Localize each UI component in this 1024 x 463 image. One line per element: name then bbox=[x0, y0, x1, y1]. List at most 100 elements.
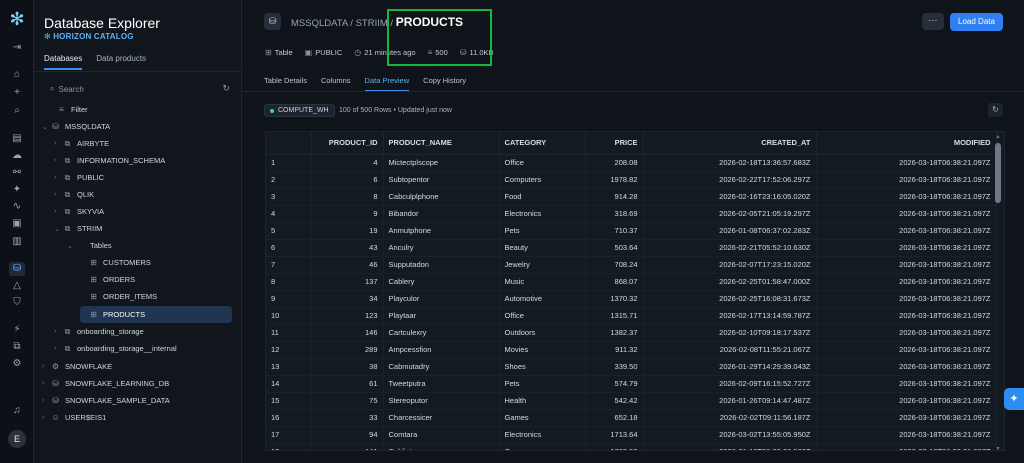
tree-item-snowflake-learning-db[interactable]: › ⛁ SNOWFLAKE_LEARNING_DB bbox=[42, 376, 169, 391]
filter-button[interactable]: ≡ Filter bbox=[48, 102, 88, 117]
column-header[interactable]: CREATED_AT bbox=[643, 132, 817, 155]
tree-item-qlik[interactable]: › ⧉ QLIK bbox=[54, 187, 94, 202]
chevron-right-icon[interactable]: › bbox=[54, 345, 62, 352]
tree-item-snowflake[interactable]: › ⚙ SNOWFLAKE bbox=[42, 359, 112, 374]
table-row[interactable]: 10 123 Playtaar Office 1315.71 2026-02-17T13:… bbox=[266, 307, 997, 325]
worksheet-icon[interactable]: ▤ bbox=[9, 132, 25, 146]
breadcrumb-path[interactable]: MSSQLDATA / STRIIM / bbox=[291, 18, 396, 29]
tree-item-skyvia[interactable]: › ⧉ SKYVIA bbox=[54, 204, 104, 219]
chevron-right-icon[interactable]: › bbox=[54, 208, 62, 215]
copilot-sparkle-button[interactable]: ✦ bbox=[1004, 388, 1024, 410]
tab-data-preview[interactable]: Data Preview bbox=[364, 76, 410, 92]
compute-icon[interactable]: ⚡ bbox=[9, 323, 25, 337]
column-header[interactable]: CATEGORY bbox=[499, 132, 586, 155]
admin-icon[interactable]: ⚙ bbox=[9, 357, 25, 371]
table-row[interactable]: 13 38 Cabmutadry Shoes 339.50 2026-01-29T14:2… bbox=[266, 358, 997, 376]
tree-item-order-items[interactable]: ⊞ ORDER_ITEMS bbox=[80, 289, 157, 304]
chevron-right-icon[interactable]: › bbox=[42, 380, 50, 387]
collapse-sidebar-icon[interactable]: ⇥ bbox=[9, 41, 25, 55]
load-data-button[interactable]: Load Data bbox=[950, 13, 1003, 31]
chevron-right-icon[interactable]: › bbox=[54, 191, 62, 198]
shield-icon[interactable]: ⛉ bbox=[9, 296, 25, 310]
chevron-right-icon[interactable]: › bbox=[42, 397, 50, 404]
tree-item-products[interactable]: ⊞ PRODUCTS bbox=[80, 306, 232, 323]
snowflake-logo-icon[interactable]: ✻ bbox=[8, 10, 26, 28]
scrollbar-thumb[interactable] bbox=[995, 143, 1001, 203]
table-scrollbar[interactable] bbox=[995, 143, 1001, 448]
notifications-icon[interactable]: ♫ bbox=[9, 404, 25, 418]
tree-item-tables[interactable]: ⌄ Tables bbox=[67, 238, 112, 253]
connections-icon[interactable]: ⚯ bbox=[9, 166, 25, 180]
tree-item-information-schema[interactable]: › ⧉ INFORMATION_SCHEMA bbox=[54, 153, 165, 168]
marketplace-icon[interactable]: ▥ bbox=[9, 235, 25, 249]
tree-item-public[interactable]: › ⧉ PUBLIC bbox=[54, 170, 104, 185]
chevron-down-icon[interactable]: ⌄ bbox=[54, 225, 62, 233]
column-header[interactable]: PRODUCT_ID bbox=[311, 132, 384, 155]
table-row[interactable]: 9 34 Playculor Automotive 1370.32 2026-02-25T… bbox=[266, 290, 997, 308]
table-row[interactable]: 12 289 Ampcessfion Movies 911.32 2026-02-08T1… bbox=[266, 341, 997, 359]
ai-icon[interactable]: ✦ bbox=[9, 183, 25, 197]
table-row[interactable]: 7 46 Supputadon Jewelry 708.24 2026-02-07T17:… bbox=[266, 256, 997, 274]
table-row[interactable]: 14 61 Tweetputra Pets 574.79 2026-02-09T16:15… bbox=[266, 375, 997, 393]
table-row[interactable]: 8 137 Cablery Music 868.07 2026-02-25T01:58:4… bbox=[266, 273, 997, 291]
table-cell: 4 bbox=[311, 154, 384, 172]
search-input[interactable]: ⌕ Search ↻ bbox=[50, 83, 230, 95]
table-cell: 61 bbox=[311, 375, 384, 393]
chevron-right-icon[interactable]: › bbox=[42, 363, 50, 370]
chevron-right-icon[interactable]: › bbox=[54, 140, 62, 147]
tree-item-orders[interactable]: ⊞ ORDERS bbox=[80, 272, 135, 287]
table-cell: 2026-02-17T13:14:59.787Z bbox=[643, 307, 817, 325]
tree-item-airbyte[interactable]: › ⧉ AIRBYTE bbox=[54, 136, 109, 151]
tree-item-striim[interactable]: ⌄ ⧉ STRIIM bbox=[54, 221, 102, 236]
data-catalog-icon[interactable]: ⛁ bbox=[9, 262, 25, 276]
user-avatar[interactable]: E bbox=[8, 430, 26, 448]
catalog-icon: ✻ bbox=[44, 32, 51, 41]
warehouse-selector[interactable]: COMPUTE_WH bbox=[264, 104, 335, 117]
tree-item-onboarding-storage-internal[interactable]: › ⧉ onboarding_storage__internal bbox=[54, 341, 177, 356]
column-header[interactable]: PRICE bbox=[585, 132, 644, 155]
table-row[interactable]: 6 43 Anculry Beauty 503.64 2026-02-21T05:52:1… bbox=[266, 239, 997, 257]
table-row[interactable]: 15 75 Stereoputor Health 542.42 2026-01-26T09… bbox=[266, 392, 997, 410]
monitoring-icon[interactable]: ⧉ bbox=[9, 340, 25, 354]
tab-databases[interactable]: Databases bbox=[44, 54, 83, 70]
chevron-down-icon[interactable]: ⌄ bbox=[67, 242, 75, 250]
activity-icon[interactable]: ∿ bbox=[9, 200, 25, 214]
more-options-button[interactable]: ··· bbox=[922, 13, 944, 30]
table-row[interactable]: 18141CablicterGames1768.922026-01-10T06:… bbox=[266, 443, 997, 450]
table-row[interactable]: 17 94 Comtara Electronics 1713.64 2026-03-02T… bbox=[266, 426, 997, 444]
scroll-down-arrow-icon[interactable]: ▼ bbox=[995, 446, 1001, 452]
apps-icon[interactable]: ▣ bbox=[9, 217, 25, 231]
tree-item-customers[interactable]: ⊞ CUSTOMERS bbox=[80, 255, 151, 270]
upload-icon[interactable]: ☁ bbox=[9, 149, 25, 163]
table-row[interactable]: 4 9 Bibandor Electronics 318.69 2026-02-05T21… bbox=[266, 205, 997, 223]
table-row[interactable]: 11 146 Cartculexry Outdoors 1382.37 2026-02-1… bbox=[266, 324, 997, 342]
tab-copy-history[interactable]: Copy History bbox=[423, 76, 466, 92]
table-row[interactable]: 16 33 Charcessicer Games 652.18 2026-02-02T09… bbox=[266, 409, 997, 427]
plus-icon[interactable]: + bbox=[9, 86, 25, 100]
chevron-right-icon[interactable]: › bbox=[54, 328, 62, 335]
table-row[interactable]: 5 19 Anmutphone Pets 710.37 2026-01-08T06:37:… bbox=[266, 222, 997, 240]
table-row[interactable]: 2 6 Subtopentor Computers 1978.82 2026-02-22T… bbox=[266, 171, 997, 189]
chevron-right-icon[interactable]: › bbox=[42, 414, 50, 421]
tree-item-user-eis1[interactable]: › ☺ USER$EIS1 bbox=[42, 410, 106, 425]
chevron-right-icon[interactable]: › bbox=[54, 174, 62, 181]
column-header[interactable]: PRODUCT_NAME bbox=[383, 132, 500, 155]
home-icon[interactable]: ⌂ bbox=[9, 68, 25, 82]
scroll-up-arrow-icon[interactable]: ▲ bbox=[995, 134, 1001, 140]
tab-columns[interactable]: Columns bbox=[321, 76, 351, 92]
table-row[interactable]: 1 4 Mictectplscope Office 208.08 2026-02-18T1… bbox=[266, 154, 997, 172]
chevron-down-icon[interactable]: ⌄ bbox=[42, 123, 50, 131]
tab-data-products[interactable]: Data products bbox=[96, 54, 146, 70]
column-header[interactable]: MODIFIED bbox=[816, 132, 997, 155]
governance-icon[interactable]: △ bbox=[9, 279, 25, 293]
column-header[interactable] bbox=[266, 132, 312, 155]
tree-item-onboarding-storage[interactable]: › ⧉ onboarding_storage bbox=[54, 324, 144, 339]
refresh-icon[interactable]: ↻ bbox=[222, 83, 230, 94]
search-icon[interactable]: ⌕ bbox=[9, 104, 25, 118]
table-row[interactable]: 3 8 Cabculplphone Food 914.28 2026-02-16T23:1… bbox=[266, 188, 997, 206]
tree-item-snowflake-sample-data[interactable]: › ⛁ SNOWFLAKE_SAMPLE_DATA bbox=[42, 393, 170, 408]
chevron-right-icon[interactable]: › bbox=[54, 157, 62, 164]
refresh-preview-button[interactable]: ↻ bbox=[988, 103, 1003, 117]
tree-item-mssqldata[interactable]: ⌄ ⛁ MSSQLDATA bbox=[42, 119, 110, 134]
tab-table-details[interactable]: Table Details bbox=[264, 76, 307, 92]
